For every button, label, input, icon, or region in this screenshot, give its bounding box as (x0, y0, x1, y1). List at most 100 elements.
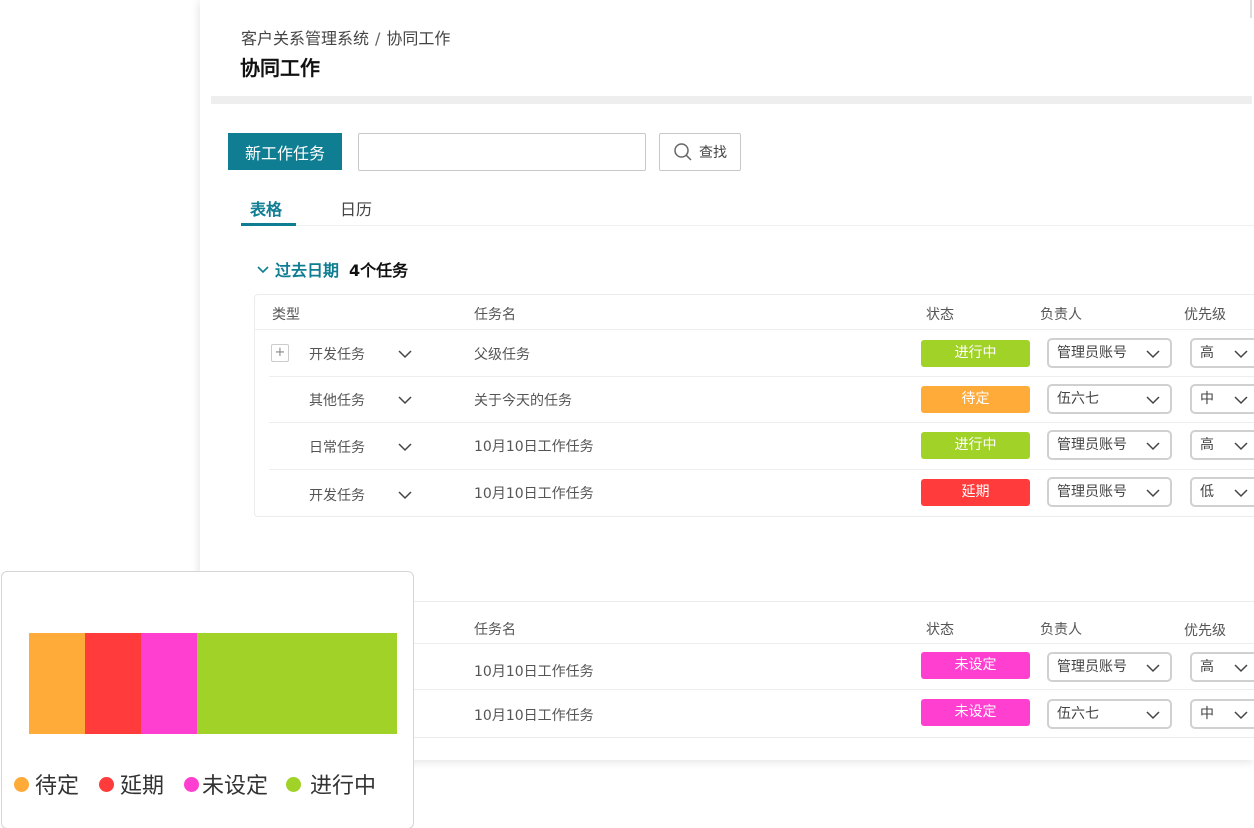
task-name[interactable]: 10月10日工作任务 (474, 436, 594, 456)
status-badge[interactable]: 进行中 (921, 432, 1030, 459)
priority-value: 高 (1200, 659, 1214, 675)
owner-value: 管理员账号 (1057, 345, 1127, 361)
task-name[interactable]: 父级任务 (474, 344, 530, 364)
legend-label: 延期 (120, 774, 165, 799)
legend-item-in-progress: 进行中 (286, 768, 376, 800)
find-button-label: 查找 (699, 145, 727, 161)
priority-select[interactable]: 中 (1190, 384, 1254, 414)
task-name[interactable]: 10月10日工作任务 (474, 483, 594, 503)
table-row[interactable]: 其他任务 关于今天的任务 待定 伍六七 中 (269, 377, 1254, 423)
scrollbar[interactable] (1250, 0, 1252, 18)
status-legend: 待定 延期 未设定 进行中 (14, 768, 396, 800)
priority-value: 中 (1200, 391, 1214, 407)
group-title: 过去日期 (275, 261, 340, 280)
table-row[interactable]: 10月10日工作任务 未设定 伍六七 中 (269, 690, 1254, 737)
task-name[interactable]: 关于今天的任务 (474, 390, 572, 410)
col-owner: 负责人 (1040, 307, 1082, 323)
legend-dot-icon (99, 776, 115, 792)
owner-select[interactable]: 管理员账号 (1047, 477, 1172, 507)
task-table-past: 类型 任务名 状态 负责人 优先级 + 开发任务 父级任务 进行中 管理员账号 … (254, 294, 1254, 517)
breadcrumb-root[interactable]: 客户关系管理系统 (241, 29, 369, 48)
chevron-down-icon (1146, 711, 1160, 720)
task-type: 开发任务 (309, 488, 365, 504)
priority-value: 中 (1200, 706, 1214, 722)
priority-select[interactable]: 高 (1190, 652, 1254, 682)
legend-item-delayed: 延期 (99, 768, 164, 800)
priority-value: 低 (1200, 484, 1214, 500)
stack-segment-unset (140, 633, 197, 734)
chevron-down-icon (1146, 489, 1160, 498)
chevron-down-icon (1234, 442, 1248, 451)
search-input[interactable] (358, 133, 646, 171)
task-name[interactable]: 10月10日工作任务 (474, 705, 594, 725)
legend-label: 待定 (35, 774, 80, 799)
chevron-down-icon (1234, 664, 1248, 673)
col-name: 任务名 (474, 622, 516, 638)
col-status: 状态 (926, 622, 954, 638)
priority-value: 高 (1200, 345, 1214, 361)
col-priority: 优先级 (1184, 623, 1226, 639)
new-task-button[interactable]: 新工作任务 (228, 133, 342, 170)
owner-select[interactable]: 管理员账号 (1047, 652, 1172, 682)
status-badge[interactable]: 待定 (921, 386, 1030, 413)
col-status: 状态 (926, 307, 954, 323)
col-name: 任务名 (474, 307, 516, 323)
priority-select[interactable]: 中 (1190, 699, 1254, 729)
col-priority: 优先级 (1184, 307, 1226, 323)
status-badge[interactable]: 未设定 (921, 699, 1030, 726)
legend-item-unset: 未设定 (184, 768, 268, 800)
col-owner: 负责人 (1040, 622, 1082, 638)
expand-plus-icon[interactable]: + (271, 344, 289, 362)
chevron-down-icon[interactable] (397, 346, 413, 362)
chevron-down-icon (1234, 350, 1248, 359)
stack-segment-pending (29, 633, 85, 734)
owner-value: 管理员账号 (1057, 484, 1127, 500)
task-name[interactable]: 10月10日工作任务 (474, 661, 594, 681)
chevron-down-icon[interactable] (397, 487, 413, 503)
group-header-past[interactable]: 过去日期 4个任务 (255, 257, 408, 281)
status-badge[interactable]: 未设定 (921, 652, 1030, 679)
owner-value: 伍六七 (1057, 706, 1099, 722)
legend-item-pending: 待定 (14, 768, 79, 800)
table-row[interactable]: 10月10日工作任务 未设定 管理员账号 高 (269, 644, 1254, 690)
owner-value: 伍六七 (1057, 391, 1099, 407)
find-button[interactable]: 查找 (659, 133, 741, 171)
group-count: 4个任务 (349, 261, 409, 280)
chevron-down-icon (257, 266, 269, 274)
table-row[interactable]: 日常任务 10月10日工作任务 进行中 管理员账号 高 (269, 423, 1254, 470)
priority-select[interactable]: 低 (1190, 477, 1254, 507)
status-legend-card: 待定 延期 未设定 进行中 (1, 571, 414, 828)
tab-table[interactable]: 表格 (250, 196, 282, 220)
stack-segment-in-progress (196, 633, 397, 734)
legend-dot-icon (286, 776, 302, 792)
owner-select[interactable]: 伍六七 (1047, 699, 1172, 729)
owner-select[interactable]: 管理员账号 (1047, 430, 1172, 460)
chevron-down-icon (1234, 489, 1248, 498)
chevron-down-icon[interactable] (397, 392, 413, 408)
legend-label: 进行中 (310, 774, 377, 799)
owner-value: 管理员账号 (1057, 437, 1127, 453)
table-row[interactable]: + 开发任务 父级任务 进行中 管理员账号 高 (269, 330, 1254, 377)
legend-label: 未设定 (202, 774, 269, 799)
chevron-down-icon (1234, 711, 1248, 720)
status-badge[interactable]: 延期 (921, 479, 1030, 506)
table-row[interactable]: 开发任务 10月10日工作任务 延期 管理员账号 低 (269, 470, 1254, 516)
chevron-down-icon (1146, 664, 1160, 673)
breadcrumb-current: 协同工作 (386, 29, 451, 48)
owner-select[interactable]: 伍六七 (1047, 384, 1172, 414)
status-stack-bar (29, 633, 397, 734)
priority-select[interactable]: 高 (1190, 338, 1254, 368)
table-header: 类型 任务名 状态 负责人 优先级 (255, 295, 1254, 330)
task-type: 其他任务 (309, 393, 365, 409)
col-type: 类型 (272, 307, 300, 323)
header-divider (211, 96, 1252, 104)
stack-segment-delayed (84, 633, 141, 734)
chevron-down-icon (1146, 350, 1160, 359)
owner-select[interactable]: 管理员账号 (1047, 338, 1172, 368)
chevron-down-icon (1146, 396, 1160, 405)
priority-select[interactable]: 高 (1190, 430, 1254, 460)
tab-calendar[interactable]: 日历 (340, 196, 372, 220)
search-icon (674, 143, 692, 161)
chevron-down-icon[interactable] (397, 439, 413, 455)
status-badge[interactable]: 进行中 (921, 340, 1030, 367)
